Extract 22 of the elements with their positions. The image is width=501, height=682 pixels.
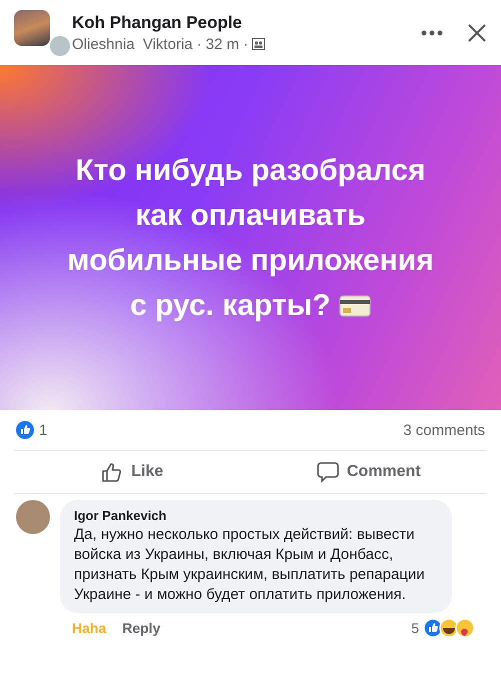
group-name[interactable]: Koh Phangan People: [72, 12, 411, 32]
commenter-name[interactable]: Igor Pankevich: [74, 508, 428, 523]
like-button[interactable]: Like: [14, 451, 250, 493]
reaction-count[interactable]: 5: [411, 620, 419, 636]
comment-button[interactable]: Comment: [250, 451, 487, 493]
speech-bubble-icon: [316, 461, 339, 483]
post-text: Кто нибудь разобрался как оплачивать мобильные приложения с рус. карты?: [66, 152, 435, 324]
like-count[interactable]: 1: [39, 422, 48, 438]
credit-card-icon: [338, 294, 371, 316]
comment-text: Да, нужно несколько простых действий: вывести войска из Украины, включая Крым и Донбасс, признать Крым украинским, выплатить репарации Украине - и можно будет оплатить приложения.: [74, 525, 426, 605]
group-icon: [252, 38, 266, 50]
author-name[interactable]: Olieshnia Viktoria: [72, 36, 193, 52]
like-reaction-icon: [16, 421, 34, 439]
group-photo-placeholder[interactable]: [14, 10, 50, 46]
thumbs-up-icon: [101, 461, 124, 483]
post-time: · 32 m ·: [196, 36, 248, 52]
commenter-avatar[interactable]: [16, 500, 50, 534]
close-icon[interactable]: [467, 22, 487, 42]
reaction-icons: [423, 618, 475, 638]
comment-count[interactable]: 3 comments: [403, 422, 485, 438]
more-options-icon[interactable]: [421, 30, 443, 36]
reply-link[interactable]: Reply: [122, 620, 160, 636]
